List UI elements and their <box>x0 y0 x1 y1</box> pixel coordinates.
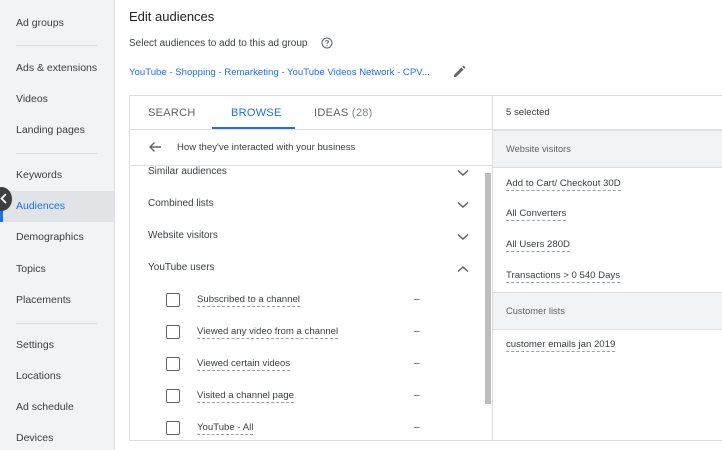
browse-scrollbar[interactable] <box>485 173 491 404</box>
sidebar-divider <box>16 323 97 324</box>
audience-item-label: Viewed certain videos <box>197 358 291 371</box>
chevron-down-icon[interactable] <box>457 233 469 241</box>
sidebar-item-videos[interactable]: Videos <box>16 93 48 105</box>
chevron-down-icon[interactable] <box>457 201 469 209</box>
audience-item-label: Visited a channel page <box>197 390 294 403</box>
tab-search[interactable]: SEARCH <box>148 107 196 119</box>
arrow-left-icon[interactable] <box>148 140 162 154</box>
instruction-label: Select audiences to add to this ad group <box>129 38 308 49</box>
audience-item-label: Subscribed to a channel <box>197 294 300 307</box>
sidebar-item-ads-extensions[interactable]: Ads & extensions <box>16 62 97 74</box>
selected-audience-item[interactable]: All Users 280D <box>506 239 570 252</box>
pencil-icon[interactable] <box>452 64 467 79</box>
audience-item-label: YouTube - All <box>197 422 254 435</box>
selected-audience-item[interactable]: Add to Cart/ Checkout 30D <box>506 178 621 191</box>
selected-audience-item[interactable]: All Converters <box>506 208 567 221</box>
sidebar-item-ad-schedule[interactable]: Ad schedule <box>16 401 74 413</box>
tab-ideas[interactable]: IDEAS (28) <box>314 107 373 119</box>
selected-audience-item[interactable]: Transactions > 0 540 Days <box>506 270 621 283</box>
checkbox-youtube-all[interactable] <box>166 421 180 435</box>
audience-item-size: – <box>414 326 420 337</box>
sidebar-item-landing-pages[interactable]: Landing pages <box>16 124 85 136</box>
selected-group-website-visitors: Website visitors <box>506 144 571 154</box>
page-title: Edit audiences <box>129 9 215 24</box>
sidebar-item-ad-groups[interactable]: Ad groups <box>16 17 64 29</box>
chevron-down-icon[interactable] <box>457 169 469 177</box>
sidebar-divider <box>16 153 97 154</box>
sidebar-divider <box>16 45 97 46</box>
active-tab-indicator <box>212 127 295 129</box>
campaign-adgroup-path-link[interactable]: YouTube - Shopping - Remarketing - YouTu… <box>129 67 430 78</box>
chevron-up-icon[interactable] <box>457 265 469 273</box>
checkbox-subscribed-to-channel[interactable] <box>166 293 180 307</box>
sidebar-item-placements[interactable]: Placements <box>16 294 71 306</box>
audience-item-size: – <box>414 294 420 305</box>
audience-item-size: – <box>414 358 420 369</box>
audience-item-size: – <box>414 422 420 433</box>
sidebar-item-settings[interactable]: Settings <box>16 339 54 351</box>
sidebar-nav: Ad groups Ads & extensions Videos Landin… <box>0 0 115 450</box>
tab-browse[interactable]: BROWSE <box>231 107 282 119</box>
chevron-left-icon <box>0 193 7 204</box>
category-youtube-users[interactable]: YouTube users <box>148 262 215 273</box>
selected-group-customer-lists: Customer lists <box>506 306 565 316</box>
sidebar-item-locations[interactable]: Locations <box>16 370 61 382</box>
checkbox-viewed-any-video[interactable] <box>166 325 180 339</box>
checkbox-visited-channel-page[interactable] <box>166 389 180 403</box>
checkbox-viewed-certain-videos[interactable] <box>166 357 180 371</box>
sidebar-item-topics[interactable]: Topics <box>16 263 46 275</box>
audience-item-label: Viewed any video from a channel <box>197 326 339 339</box>
audience-item-size: – <box>414 390 420 401</box>
sidebar-item-demographics[interactable]: Demographics <box>16 231 84 243</box>
sidebar-item-keywords[interactable]: Keywords <box>16 169 62 181</box>
ideas-count: (28) <box>351 107 373 119</box>
sidebar-item-audiences[interactable]: Audiences <box>16 200 65 212</box>
category-similar-audiences[interactable]: Similar audiences <box>148 166 227 177</box>
selected-count: 5 selected <box>506 107 550 118</box>
browse-breadcrumb: How they've interacted with your busines… <box>177 142 356 153</box>
category-combined-lists[interactable]: Combined lists <box>148 198 214 209</box>
sidebar-item-devices[interactable]: Devices <box>16 432 53 444</box>
selected-audience-item[interactable]: customer emails jan 2019 <box>506 339 616 352</box>
help-circle-icon[interactable] <box>321 37 333 49</box>
category-website-visitors[interactable]: Website visitors <box>148 230 218 241</box>
